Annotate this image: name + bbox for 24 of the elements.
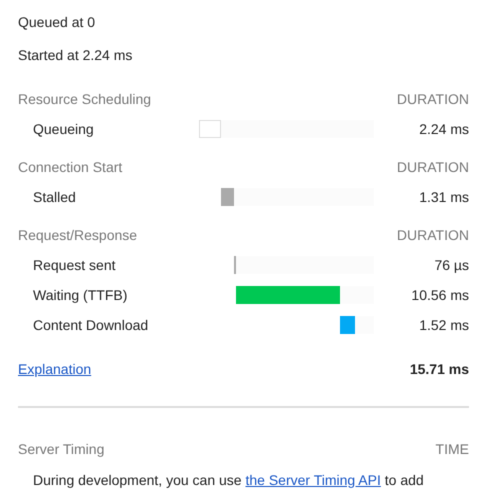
explanation-link[interactable]: Explanation xyxy=(18,358,92,380)
duration-value: 10.56 ms xyxy=(411,286,469,302)
total-duration: 15.71 ms xyxy=(410,360,469,378)
timing-label: Request sent xyxy=(33,256,116,272)
column-header: TIME xyxy=(436,440,469,458)
section-title: Request/Response xyxy=(18,226,138,245)
duration-value: 1.31 ms xyxy=(419,188,469,204)
column-header: DURATION xyxy=(396,158,469,176)
timing-label: Waiting (TTFB) xyxy=(33,286,128,302)
description-text: During development, you can use the Server Timing API to add xyxy=(33,472,424,488)
column-header: DURATION xyxy=(396,90,469,108)
duration-value: 2.24 ms xyxy=(419,120,469,136)
timing-label: Queueing xyxy=(33,120,94,136)
column-header: DURATION xyxy=(396,226,469,244)
section-title: Server Timing xyxy=(18,440,104,459)
api-link[interactable]: the Server Timing API xyxy=(245,472,381,488)
section-title: Connection Start xyxy=(18,158,122,176)
timing-summary: Queued at 0 xyxy=(18,14,96,30)
duration-value: 1.52 ms xyxy=(419,316,469,332)
timing-label: Content Download xyxy=(33,316,148,332)
timing-summary: Started at 2.24 ms xyxy=(18,47,132,63)
duration-value: 76 µs xyxy=(434,256,469,272)
section-title: Resource Scheduling xyxy=(18,90,152,109)
timing-label: Stalled xyxy=(33,188,76,204)
